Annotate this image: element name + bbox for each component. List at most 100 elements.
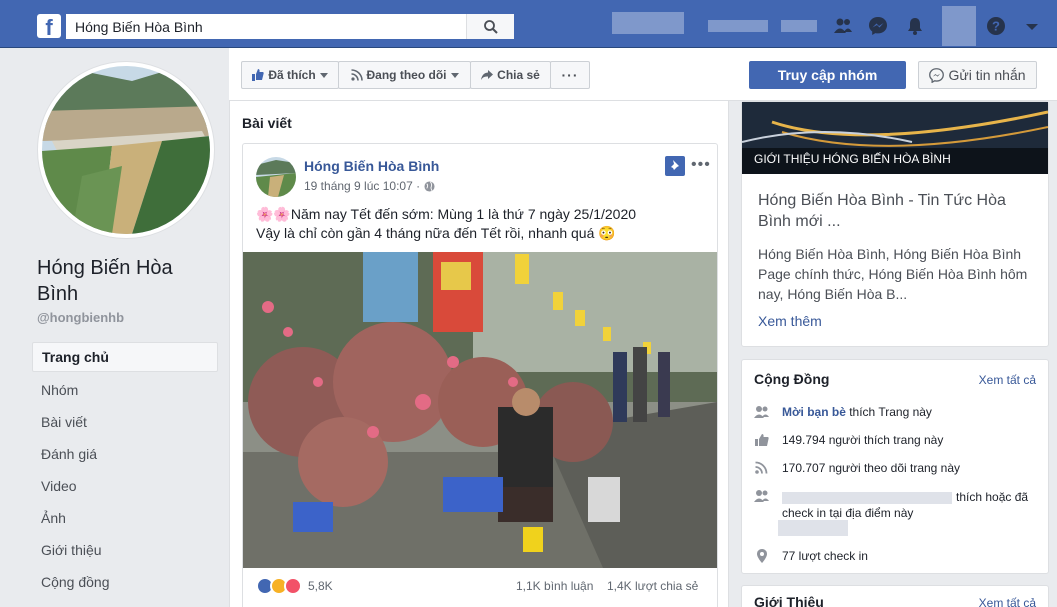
notifications-bell-icon[interactable] <box>905 16 925 36</box>
invite-friends-icon <box>754 406 769 418</box>
search-input[interactable] <box>66 14 466 39</box>
facebook-logo-icon[interactable]: f <box>37 14 61 40</box>
nav-item-photos[interactable]: Ảnh <box>32 502 218 534</box>
svg-text:?: ? <box>992 19 1000 34</box>
intro-title[interactable]: Hóng Biến Hòa Bình - Tin Tức Hòa Bình mớ… <box>758 190 1034 232</box>
friends-checkin-text: thích hoặc đã check in tại địa điểm này <box>782 489 1037 521</box>
post-text-line2: Vậy là chỉ còn gần 4 tháng nữa đến Tết r… <box>256 225 616 241</box>
blurred-profile-name[interactable] <box>612 12 684 34</box>
about-card: Giới Thiệu Xem tất cả <box>741 585 1049 607</box>
rss-icon <box>755 461 768 474</box>
search-button[interactable] <box>466 14 514 39</box>
post-text: 🌸🌸Năm nay Tết đến sớm: Mùng 1 là thứ 7 n… <box>256 205 706 243</box>
help-icon[interactable]: ? <box>986 16 1006 36</box>
left-sidebar: Hóng Biến Hòa Bình @hongbienhb Trang chủ… <box>0 48 228 607</box>
search-box[interactable] <box>66 14 514 39</box>
reaction-count: 5,8K <box>308 579 333 593</box>
blurred-friend-avatars[interactable] <box>778 520 848 536</box>
invite-friends-text: Mời bạn bè thích Trang này <box>782 405 932 419</box>
dam-photo <box>42 66 210 234</box>
friends-checkin-place: check in tại địa điểm này <box>782 506 914 520</box>
rss-icon <box>350 69 363 81</box>
post-author-avatar[interactable] <box>256 157 296 197</box>
street-flower-market-photo <box>243 252 717 568</box>
visit-group-label: Truy cập nhóm <box>777 67 878 83</box>
community-card: Cộng Đồng Xem tất cả Mời bạn bè thích Tr… <box>741 359 1049 574</box>
checkins-row: 77 lượt check in <box>754 549 868 563</box>
about-title: Giới Thiệu <box>754 594 824 607</box>
page-action-bar: Đã thích Đang theo dõi Chia sẻ ··· Truy … <box>229 48 1057 101</box>
invite-friends-link[interactable]: Mời bạn bè <box>782 405 846 419</box>
share-button[interactable]: Chia sẻ <box>470 61 551 89</box>
followers-text: 170.707 người theo dõi trang này <box>782 461 961 475</box>
nav-item-videos[interactable]: Video <box>32 470 218 502</box>
likes-text: 149.794 người thích trang này <box>782 433 944 447</box>
more-options-button[interactable]: ··· <box>550 61 590 89</box>
likes-row: 149.794 người thích trang này <box>754 433 943 447</box>
page-avatar-frame[interactable] <box>37 61 215 239</box>
globe-icon <box>424 180 435 192</box>
post-time-text: 19 tháng 9 lúc 10:07 · <box>304 179 421 193</box>
community-see-all-link[interactable]: Xem tất cả <box>979 373 1036 387</box>
following-label: Đang theo dõi <box>366 68 447 82</box>
page-handle[interactable]: @hongbienhb <box>37 310 124 325</box>
nav-item-reviews[interactable]: Đánh giá <box>32 438 218 470</box>
blurred-link[interactable] <box>781 20 817 32</box>
blurred-avatar[interactable] <box>942 6 976 46</box>
share-label: Chia sẻ <box>497 68 540 82</box>
pin-icon[interactable] <box>665 156 685 176</box>
author-avatar-image <box>256 157 296 197</box>
friends-like-text: thích hoặc đã <box>956 490 1029 504</box>
community-title: Cộng Đồng <box>754 371 830 387</box>
thumbs-up-icon <box>755 434 769 446</box>
liked-label: Đã thích <box>268 68 316 82</box>
messenger-icon[interactable] <box>868 16 888 36</box>
see-more-link[interactable]: Xem thêm <box>758 313 822 329</box>
post-text-line1: 🌸🌸Năm nay Tết đến sớm: Mùng 1 là thứ 7 n… <box>256 206 637 222</box>
intro-banner[interactable]: GIỚI THIỆU HÓNG BIẾN HÒA BÌNH <box>742 102 1048 174</box>
nav-item-community[interactable]: Cộng đồng <box>32 566 218 598</box>
intro-banner-text: GIỚI THIỆU HÓNG BIẾN HÒA BÌNH <box>754 152 951 166</box>
more-dots-icon: ··· <box>561 67 579 83</box>
send-message-button[interactable]: Gửi tin nhắn <box>918 61 1037 89</box>
checkins-text: 77 lượt check in <box>782 549 868 563</box>
post-author-name[interactable]: Hóng Biến Hòa Bình <box>304 158 439 174</box>
chevron-down-icon <box>319 72 328 78</box>
posts-heading: Bài viết <box>242 115 292 131</box>
intro-link-card[interactable]: GIỚI THIỆU HÓNG BIẾN HÒA BÌNH Hóng Biến … <box>741 101 1049 347</box>
page-nav: Trang chủ Nhóm Bài viết Đánh giá Video Ả… <box>32 342 218 598</box>
friends-checkin-row: thích hoặc đã check in tại địa điểm này <box>754 489 1037 521</box>
blurred-friend-names[interactable] <box>782 491 952 504</box>
thumbs-up-icon <box>252 69 264 81</box>
nav-item-about[interactable]: Giới thiệu <box>32 534 218 566</box>
friends-icon <box>754 490 769 502</box>
post-options-icon[interactable]: ••• <box>691 156 711 174</box>
dropdown-arrow-icon[interactable] <box>1022 16 1042 36</box>
messenger-icon <box>929 67 945 83</box>
invite-friends-row: Mời bạn bè thích Trang này <box>754 405 932 419</box>
page-avatar[interactable] <box>42 66 210 234</box>
shares-count[interactable]: 1,4K lượt chia sẻ <box>607 579 698 593</box>
following-button[interactable]: Đang theo dõi <box>338 61 471 89</box>
posts-column: Bài viết Hóng Biến Hòa Bình 19 tháng 9 l… <box>229 101 729 607</box>
comments-count[interactable]: 1,1K bình luận <box>516 579 593 593</box>
top-bar: f ? <box>0 0 1057 48</box>
liked-button[interactable]: Đã thích <box>241 61 339 89</box>
about-see-all-link[interactable]: Xem tất cả <box>979 596 1036 607</box>
chevron-down-icon <box>450 72 459 78</box>
intro-description: Hóng Biến Hòa Bình, Hóng Biến Hòa Bình P… <box>758 246 1028 302</box>
nav-item-home[interactable]: Trang chủ <box>32 342 218 372</box>
send-message-label: Gửi tin nhắn <box>948 67 1026 83</box>
pinned-post: Hóng Biến Hòa Bình 19 tháng 9 lúc 10:07 … <box>242 143 718 607</box>
blurred-home-link[interactable] <box>708 20 768 32</box>
page-name[interactable]: Hóng Biến Hòa Bình <box>37 255 217 307</box>
post-timestamp[interactable]: 19 tháng 9 lúc 10:07 · <box>304 179 435 193</box>
friends-icon[interactable] <box>833 16 853 36</box>
location-pin-icon <box>757 549 767 563</box>
share-arrow-icon <box>481 70 494 80</box>
visit-group-button[interactable]: Truy cập nhóm <box>749 61 906 89</box>
reactions-summary[interactable]: 5,8K <box>256 577 333 595</box>
nav-item-posts[interactable]: Bài viết <box>32 406 218 438</box>
nav-item-groups[interactable]: Nhóm <box>32 374 218 406</box>
post-photo[interactable] <box>243 252 717 568</box>
